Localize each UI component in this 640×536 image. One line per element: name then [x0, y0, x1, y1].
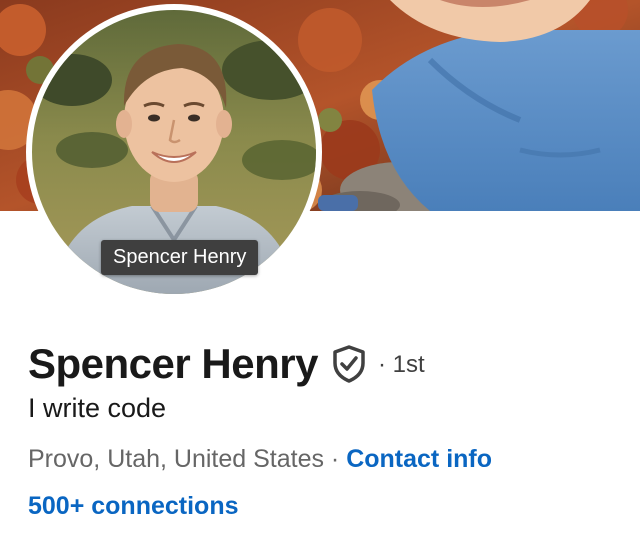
avatar-name-tooltip: Spencer Henry — [101, 240, 259, 275]
profile-top-card: Spencer Henry Spencer Henry · 1st I writ… — [0, 0, 640, 536]
profile-name: Spencer Henry — [28, 340, 318, 387]
name-row: Spencer Henry · 1st — [28, 336, 425, 392]
profile-headline: I write code — [28, 393, 167, 423]
location-row: Provo, Utah, United States · Contact inf… — [28, 445, 492, 474]
profile-location: Provo, Utah, United States — [28, 445, 324, 473]
verified-shield-icon[interactable] — [332, 345, 366, 383]
location-separator: · — [323, 445, 347, 473]
connection-degree: · 1st — [377, 351, 425, 378]
contact-info-link[interactable]: Contact info — [346, 445, 492, 473]
connections-link[interactable]: 500+ connections — [28, 492, 239, 521]
